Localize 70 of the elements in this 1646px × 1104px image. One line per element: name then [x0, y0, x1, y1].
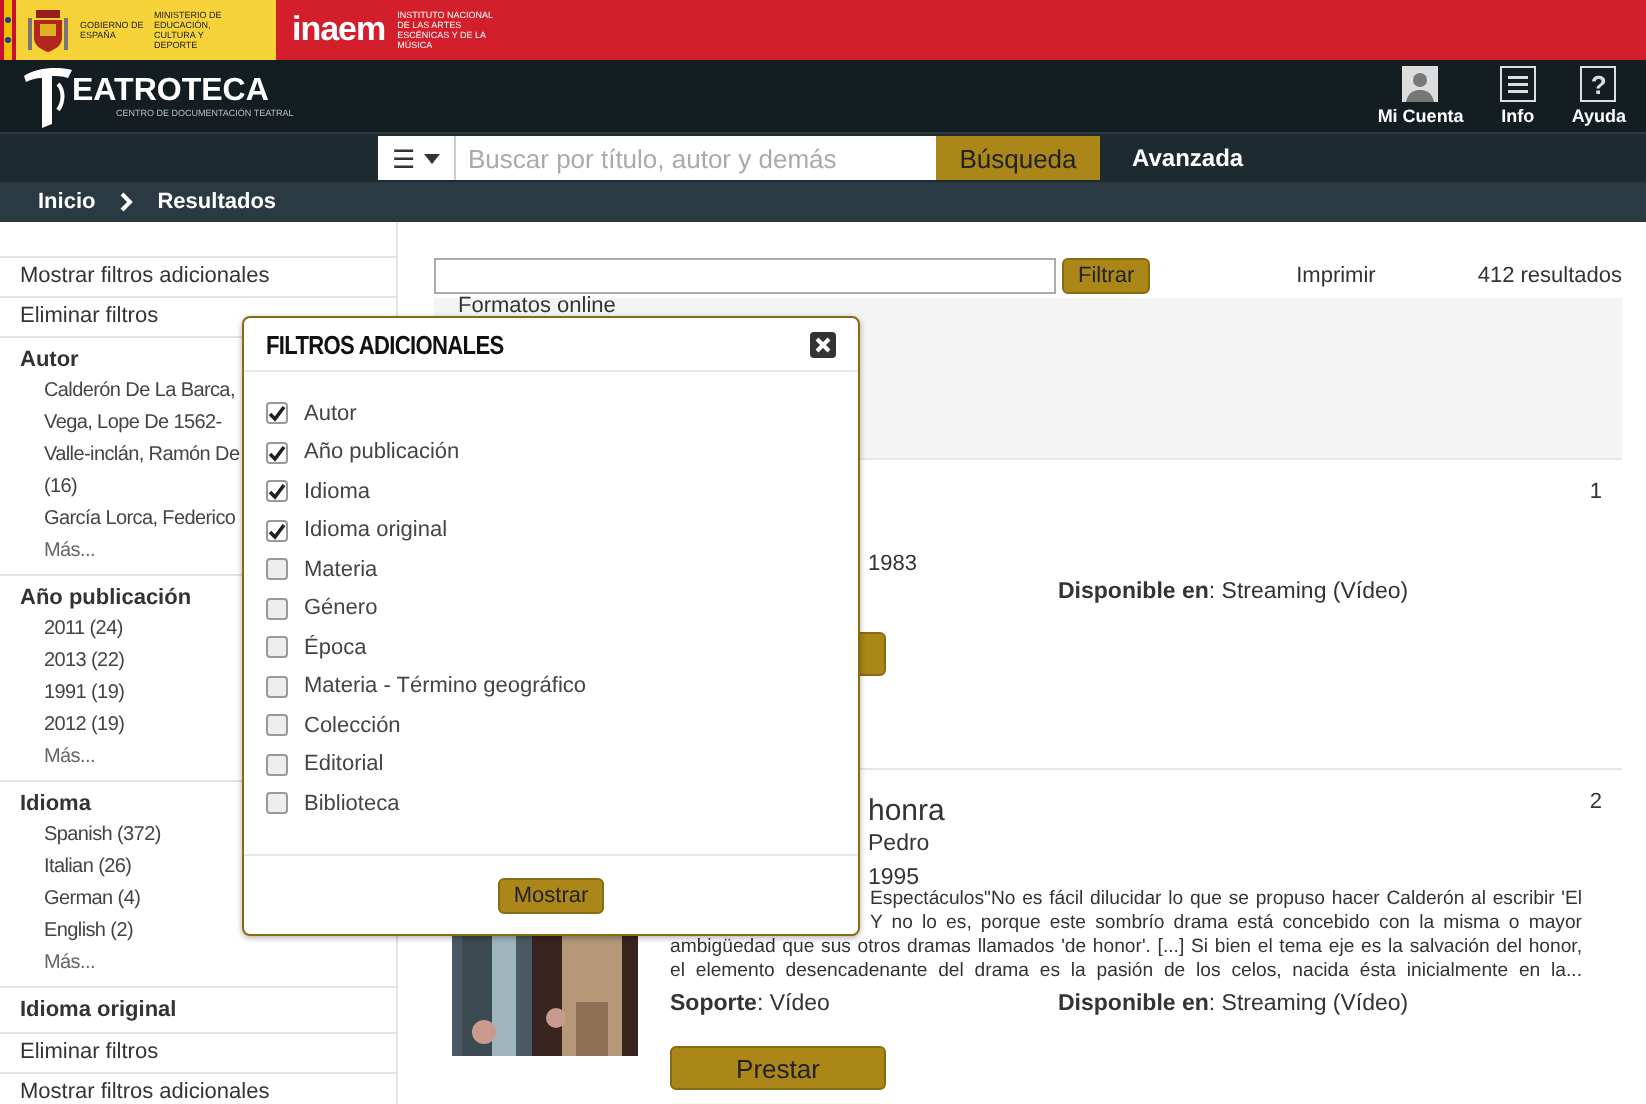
user-icon — [1402, 66, 1439, 102]
filter-field[interactable] — [434, 257, 1056, 293]
search-type-dropdown[interactable]: ☰ — [378, 136, 456, 180]
logo-text: EATROTECA — [72, 75, 271, 107]
coat-of-arms-icon — [26, 6, 70, 54]
help-icon: ? — [1580, 66, 1617, 102]
support-text: Soporte: Vídeo — [670, 992, 832, 1016]
checkbox[interactable] — [266, 597, 288, 620]
filter-option-label: Idioma — [304, 479, 371, 504]
description-line: ambigüedad que sus otros dramas llamados 'de honor'. [...] Si bien el tema eje es la salvación del honor, — [670, 936, 1582, 960]
filter-button[interactable]: Filtrar — [1062, 257, 1151, 293]
chevron-right-icon — [119, 192, 134, 212]
description-line: Y no lo es, porque este sombrío drama está concebido con la misma o mayor — [868, 912, 1582, 936]
show-button[interactable]: Mostrar — [497, 877, 605, 913]
breadcrumb-link[interactable]: Inicio — [38, 190, 96, 214]
checkbox[interactable] — [266, 558, 288, 581]
filter-option-label: Autor — [304, 401, 357, 426]
more-link[interactable]: Más... — [20, 948, 396, 980]
record-number: 1 — [1589, 480, 1602, 504]
facet-option[interactable]: Spanish (372) — [20, 820, 396, 852]
filter-option-label: Género — [304, 596, 378, 621]
description-line: Espectáculos"No es fácil dilucidar lo que se propuso hacer Calderón al escribir 'El — [868, 888, 1582, 912]
caret-icon — [424, 153, 440, 163]
availability-text: Disponible en: Streaming (Vídeo) — [1058, 580, 1411, 604]
checkbox[interactable] — [266, 753, 288, 776]
checkbox[interactable] — [266, 519, 288, 542]
record-year: 1983 — [866, 552, 917, 576]
menu-icon — [1499, 66, 1536, 102]
checkbox[interactable] — [266, 792, 288, 815]
breadcrumb-current: Resultados — [157, 190, 277, 214]
sidebar-link[interactable]: Mostrar filtros adicionales — [0, 1072, 396, 1104]
advanced-search-link[interactable]: Avanzada — [1132, 144, 1244, 172]
sidebar-link[interactable]: Eliminar filtros — [0, 1032, 396, 1072]
checkbox[interactable] — [266, 636, 288, 659]
filter-option-label: Época — [304, 635, 367, 660]
filter-option-label: Año publicación — [304, 440, 460, 465]
record-year: 1995 — [866, 864, 920, 890]
sidebar-link[interactable]: Mostrar filtros adicionales — [0, 256, 396, 296]
checkbox[interactable] — [266, 402, 288, 425]
formats-heading: Formatos online — [458, 298, 618, 316]
search-button[interactable]: Búsqueda — [936, 136, 1100, 180]
header-action[interactable]: Mi Cuenta — [1377, 66, 1464, 126]
checkbox[interactable] — [266, 675, 288, 698]
facet-heading[interactable]: Idioma original — [20, 994, 396, 1026]
facet-option[interactable]: German (4) — [20, 884, 396, 916]
description-line: el elemento desencadenante del drama es la pasión de los celos, nacida ésta inicialmente en la... — [670, 960, 1582, 984]
print-link[interactable]: Imprimir — [1296, 263, 1376, 287]
header-action[interactable]: Info — [1499, 66, 1536, 126]
filter-option-label: Materia — [304, 557, 378, 582]
header-action[interactable]: ? Ayuda — [1571, 66, 1626, 126]
facet-option[interactable]: Italian (26) — [20, 852, 396, 884]
filter-option-label: Colección — [304, 713, 401, 738]
agency-logo: inaem — [292, 10, 386, 50]
facet-option[interactable]: English (2) — [20, 916, 396, 948]
logo-mark-icon — [20, 64, 76, 128]
filter-option-label: Idioma original — [304, 518, 448, 543]
checkbox[interactable] — [266, 480, 288, 503]
flag-stripe-icon — [0, 0, 16, 60]
lend-button[interactable]: Prestar — [670, 1046, 886, 1090]
close-icon[interactable] — [810, 331, 836, 357]
record-number: 2 — [1589, 790, 1602, 814]
filter-option-label: Materia - Término geográfico — [304, 674, 587, 699]
availability-text: Disponible en: Streaming (Vídeo) — [1058, 992, 1411, 1016]
checkbox[interactable] — [266, 714, 288, 737]
results-count: 412 resultados — [1477, 263, 1622, 287]
search-field[interactable]: Buscar por título, autor y demás — [456, 136, 936, 180]
checkbox[interactable] — [266, 441, 288, 464]
record-author: Pedro — [866, 830, 930, 860]
filter-option-label: Biblioteca — [304, 791, 400, 816]
filter-option-label: Editorial — [304, 752, 384, 777]
